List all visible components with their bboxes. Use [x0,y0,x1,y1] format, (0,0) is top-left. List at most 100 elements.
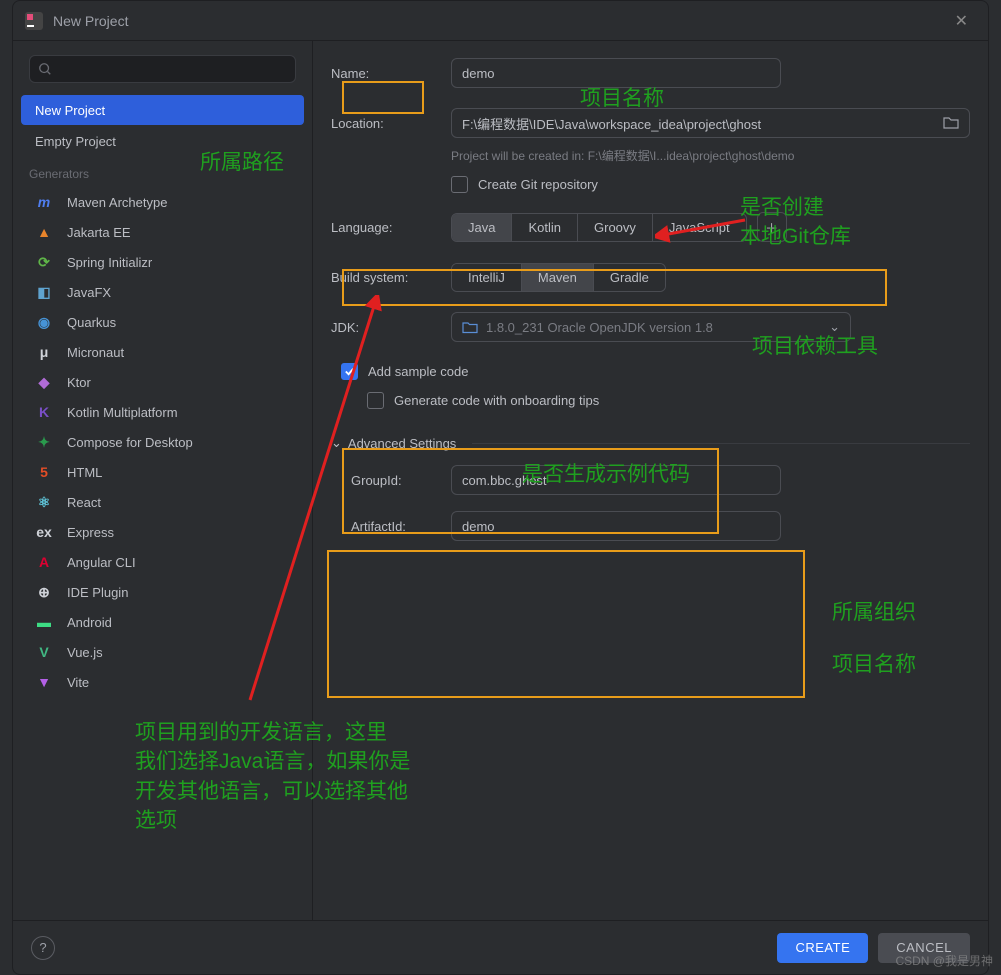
sidebar-item[interactable]: New Project [21,95,304,125]
generator-item[interactable]: μ Micronaut [21,337,304,367]
groupid-label: GroupId: [351,473,451,488]
sidebar: New ProjectEmpty Project Generators m Mav… [13,41,313,920]
generators-label: Generators [21,157,304,187]
build-option[interactable]: Gradle [594,264,665,291]
generator-icon: ex [35,523,53,541]
build-option[interactable]: IntelliJ [452,264,522,291]
generator-icon: ◧ [35,283,53,301]
generator-icon: ▲ [35,223,53,241]
language-option[interactable]: JavaScript [653,214,746,241]
generator-item[interactable]: m Maven Archetype [21,187,304,217]
generator-icon: ◉ [35,313,53,331]
location-input[interactable]: F:\编程数据\IDE\Java\workspace_idea\project\… [451,108,970,138]
generator-icon: A [35,553,53,571]
generator-icon: ⟳ [35,253,53,271]
watermark: CSDN @我是男神 [895,952,993,969]
generator-item[interactable]: exExpress [21,517,304,547]
generator-label: Vite [67,675,89,690]
generator-icon: ⚛ [35,493,53,511]
artifactid-label: ArtifactId: [351,519,451,534]
language-group: JavaKotlinGroovyJavaScript [451,213,747,242]
language-option[interactable]: Groovy [578,214,653,241]
build-option[interactable]: Maven [522,264,594,291]
generator-label: Maven Archetype [67,195,167,210]
generator-label: React [67,495,101,510]
generator-icon: 5 [35,463,53,481]
generator-label: Compose for Desktop [67,435,193,450]
chevron-down-icon: ⌄ [331,435,342,451]
generator-label: Angular CLI [67,555,136,570]
language-option[interactable]: Java [452,214,512,241]
created-in-hint: Project will be created in: F:\编程数据\I...… [451,147,970,164]
jdk-dropdown[interactable]: 1.8.0_231 Oracle OpenJDK version 1.8 ⌄ [451,312,851,342]
language-label: Language: [331,220,451,235]
advanced-settings-toggle[interactable]: ⌄ Advanced Settings [331,435,970,451]
generator-item[interactable]: ▲ Jakarta EE [21,217,304,247]
generator-label: Kotlin Multiplatform [67,405,178,420]
git-checkbox[interactable] [451,176,468,193]
generator-item[interactable]: A Angular CLI [21,547,304,577]
generator-label: Jakarta EE [67,225,131,240]
add-language-button[interactable]: ＋ [757,212,787,242]
onboarding-tips-checkbox[interactable] [367,392,384,409]
generator-label: Android [67,615,112,630]
generator-item[interactable]: ▬ Android [21,607,304,637]
build-label: Build system: [331,270,451,285]
sample-code-label: Add sample code [368,364,468,379]
generator-label: JavaFX [67,285,111,300]
chevron-down-icon: ⌄ [829,319,840,335]
name-label: Name: [331,66,451,81]
groupid-input[interactable] [451,465,781,495]
location-label: Location: [331,116,451,131]
search-input[interactable] [29,55,296,83]
git-label: Create Git repository [478,177,598,192]
sample-code-checkbox[interactable] [341,363,358,380]
generator-item[interactable]: VVue.js [21,637,304,667]
generator-icon: ▬ [35,613,53,631]
window-title: New Project [53,13,128,29]
footer: ? CREATE CANCEL [13,920,988,974]
app-icon [25,12,43,30]
generator-label: Ktor [67,375,91,390]
generator-icon: ◆ [35,373,53,391]
generator-item[interactable]: ◧ JavaFX [21,277,304,307]
generator-label: Spring Initializr [67,255,152,270]
generator-item[interactable]: ⊕ IDE Plugin [21,577,304,607]
generator-label: Micronaut [67,345,124,360]
folder-icon[interactable] [943,115,959,132]
generator-item[interactable]: ◆ Ktor [21,367,304,397]
generator-icon: μ [35,343,53,361]
titlebar: New Project ✕ [13,1,988,41]
generator-icon: ✦ [35,433,53,451]
generator-label: IDE Plugin [67,585,128,600]
generator-icon: ⊕ [35,583,53,601]
language-option[interactable]: Kotlin [512,214,578,241]
advanced-settings-label: Advanced Settings [348,436,456,451]
generator-icon: ▼ [35,673,53,691]
help-button[interactable]: ? [31,936,55,960]
artifactid-input[interactable] [451,511,781,541]
generator-icon: m [35,193,53,211]
generator-label: Quarkus [67,315,116,330]
close-icon[interactable]: ✕ [947,7,976,35]
name-input[interactable] [451,58,781,88]
generator-item[interactable]: ▼ Vite [21,667,304,697]
generator-item[interactable]: K Kotlin Multiplatform [21,397,304,427]
create-button[interactable]: CREATE [777,933,868,963]
generator-item[interactable]: ✦ Compose for Desktop [21,427,304,457]
sidebar-item[interactable]: Empty Project [21,126,304,156]
generator-label: HTML [67,465,102,480]
build-group: IntelliJMavenGradle [451,263,666,292]
generator-item[interactable]: ⟳ Spring Initializr [21,247,304,277]
folder-icon [462,320,478,334]
jdk-label: JDK: [331,320,451,335]
generator-item[interactable]: ◉ Quarkus [21,307,304,337]
onboarding-tips-label: Generate code with onboarding tips [394,393,599,408]
generator-item[interactable]: ⚛ React [21,487,304,517]
generator-item[interactable]: 5 HTML [21,457,304,487]
generator-icon: K [35,403,53,421]
main-form: Name: Location: F:\编程数据\IDE\Java\workspa… [313,41,988,920]
jdk-value: 1.8.0_231 Oracle OpenJDK version 1.8 [486,320,713,335]
new-project-dialog: New Project ✕ New ProjectEmpty Project G… [12,0,989,975]
generator-icon: V [35,643,53,661]
